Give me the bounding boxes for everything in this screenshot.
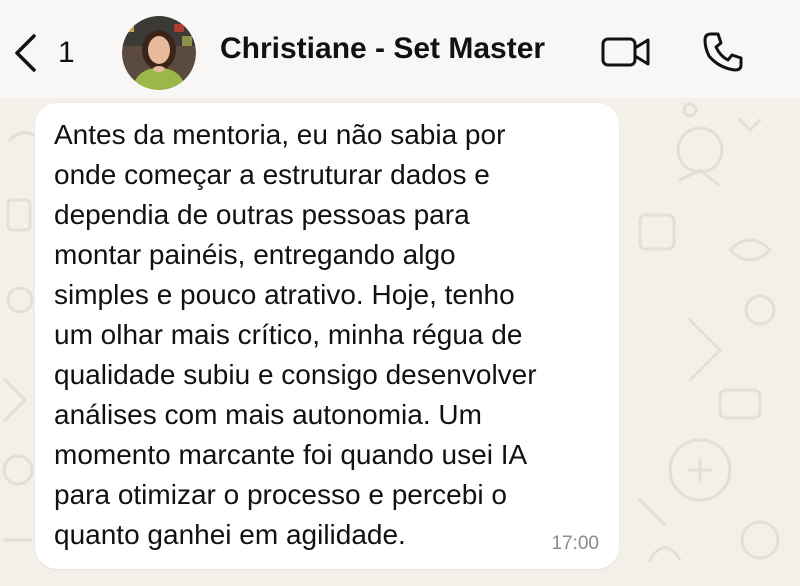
message-line: dependia de outras pessoas para xyxy=(54,199,470,230)
unread-count: 1 xyxy=(58,36,75,69)
message-line: Antes da mentoria, eu não sabia por xyxy=(54,119,506,150)
chevron-left-icon xyxy=(12,33,38,73)
message-text: Antes da mentoria, eu não sabia por onde… xyxy=(54,115,614,555)
voice-call-button[interactable] xyxy=(701,30,745,79)
message-line: qualidade subiu e consigo desenvolver xyxy=(54,359,537,390)
message-line: onde começar a estruturar dados e xyxy=(54,159,490,190)
message-line: um olhar mais crítico, minha régua de xyxy=(54,319,523,350)
video-call-button[interactable] xyxy=(600,32,652,77)
message-line: para otimizar o processo e percebi o xyxy=(54,479,507,510)
back-button[interactable]: 1 xyxy=(12,28,75,78)
message-line: análises com mais autonomia. Um xyxy=(54,399,482,430)
message-line: montar painéis, entregando algo xyxy=(54,239,456,270)
message-bubble[interactable]: Antes da mentoria, eu não sabia por onde… xyxy=(35,103,619,569)
message-line: simples e pouco atrativo. Hoje, tenho xyxy=(54,279,515,310)
message-line: momento marcante foi quando usei IA xyxy=(54,439,528,470)
message-timestamp: 17:00 xyxy=(551,533,599,554)
message-line: quanto ganhei em agilidade. xyxy=(54,519,406,550)
contact-name[interactable]: Christiane - Set Master xyxy=(220,32,545,66)
phone-icon xyxy=(701,32,745,78)
video-camera-icon xyxy=(600,37,652,76)
chat-header: 1 Christiane - Set Master xyxy=(0,0,800,98)
avatar[interactable] xyxy=(122,16,196,90)
